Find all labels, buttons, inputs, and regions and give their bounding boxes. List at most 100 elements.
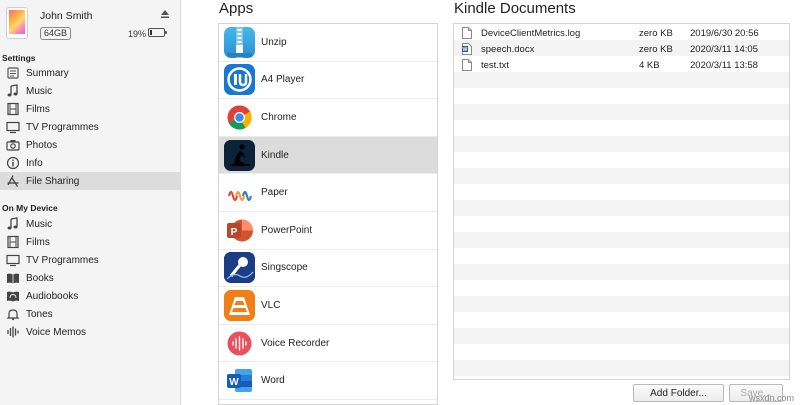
paper-app-icon xyxy=(224,177,255,209)
app-row-singscope[interactable]: Singscope xyxy=(219,250,437,288)
documents-footer: Add Folder... Save... xyxy=(453,380,790,405)
file-name: test.txt xyxy=(481,59,509,71)
app-store-icon xyxy=(6,174,20,188)
on-my-device-section-title: On My Device xyxy=(2,203,58,213)
app-row-kindle[interactable]: Kindle xyxy=(219,136,437,175)
file-date: 2020/3/11 14:05 xyxy=(690,43,758,55)
device-thumbnail xyxy=(6,7,28,39)
watermark: wsxdn.com xyxy=(748,393,794,403)
file-size: zero KB xyxy=(639,43,673,55)
app-label: Singscope xyxy=(261,262,308,274)
file-date: 2020/3/11 13:58 xyxy=(690,59,758,71)
file-size: zero KB xyxy=(639,27,673,39)
file-name: DeviceClientMetrics.log xyxy=(481,27,581,39)
app-row-vlc[interactable]: VLC xyxy=(219,287,437,325)
word-doc-icon: W xyxy=(462,43,472,55)
app-label: Kindle xyxy=(261,149,289,161)
eject-icon[interactable] xyxy=(160,9,170,19)
sidebar: John Smith 64GB 19% Settings Summary Mus… xyxy=(0,0,181,405)
singscope-app-icon xyxy=(224,252,255,284)
sidebar-item-label: Info xyxy=(26,157,43,169)
sidebar-item-label: TV Programmes xyxy=(26,121,99,133)
documents-heading: Kindle Documents xyxy=(454,0,576,17)
word-app-icon: W xyxy=(224,365,255,397)
app-row-chrome[interactable]: Chrome xyxy=(219,99,437,137)
app-label: Voice Recorder xyxy=(261,337,330,349)
battery-icon xyxy=(148,28,167,37)
sidebar-item-audiobooks[interactable]: Audiobooks xyxy=(0,287,181,305)
film-icon xyxy=(6,102,20,116)
sidebar-item-device-films[interactable]: Films xyxy=(0,233,181,251)
settings-section-title: Settings xyxy=(2,53,36,63)
add-folder-button[interactable]: Add Folder... xyxy=(633,384,724,402)
app-row-unzip[interactable]: Unzip xyxy=(219,24,437,62)
table-row[interactable]: DeviceClientMetrics.log zero KB 2019/6/3… xyxy=(454,25,789,41)
camera-icon xyxy=(6,138,20,152)
sidebar-item-label: Music xyxy=(26,85,53,97)
bell-icon xyxy=(6,307,20,321)
sidebar-item-tv-programmes[interactable]: TV Programmes xyxy=(0,118,181,136)
capacity-badge: 64GB xyxy=(40,27,72,40)
app-row-a4-player[interactable]: A4 Player xyxy=(219,62,437,100)
sidebar-item-music[interactable]: Music xyxy=(0,82,181,100)
vlc-app-icon xyxy=(224,289,255,321)
text-file-icon xyxy=(462,27,472,39)
sidebar-item-voice-memos[interactable]: Voice Memos xyxy=(0,323,181,341)
app-row-powerpoint[interactable]: P PowerPoint xyxy=(219,212,437,250)
app-row-word[interactable]: W Word xyxy=(219,362,437,400)
music-note-icon xyxy=(6,84,20,98)
table-row[interactable]: W speech.docx zero KB 2020/3/11 14:05 xyxy=(454,41,789,57)
sidebar-item-label: Audiobooks xyxy=(26,290,79,302)
tv-icon xyxy=(6,120,20,134)
kindle-app-icon xyxy=(224,139,255,171)
sidebar-item-file-sharing[interactable]: File Sharing xyxy=(0,172,181,190)
music-note-icon xyxy=(6,217,20,231)
sidebar-item-label: Films xyxy=(26,103,50,115)
sidebar-item-photos[interactable]: Photos xyxy=(0,136,181,154)
apps-list[interactable]: Unzip A4 Player Chrome Kindle Paper P Po… xyxy=(218,23,438,405)
voice-recorder-app-icon xyxy=(224,327,255,359)
sidebar-item-device-music[interactable]: Music xyxy=(0,215,181,233)
file-size: 4 KB xyxy=(639,59,660,71)
app-label: Unzip xyxy=(261,36,287,48)
documents-table[interactable]: DeviceClientMetrics.log zero KB 2019/6/3… xyxy=(453,23,790,380)
sidebar-item-label: Films xyxy=(26,236,50,248)
sidebar-item-info[interactable]: Info xyxy=(0,154,181,172)
app-row-voice-recorder[interactable]: Voice Recorder xyxy=(219,325,437,363)
app-label: Word xyxy=(261,375,285,387)
audiobook-icon xyxy=(6,289,20,303)
file-name: speech.docx xyxy=(481,43,535,55)
sidebar-item-tones[interactable]: Tones xyxy=(0,305,181,323)
device-header[interactable]: John Smith 64GB 19% xyxy=(0,0,181,48)
app-label: VLC xyxy=(261,299,281,311)
device-name: John Smith xyxy=(40,10,93,22)
svg-text:W: W xyxy=(229,377,239,388)
sidebar-item-films[interactable]: Films xyxy=(0,100,181,118)
sidebar-item-summary[interactable]: Summary xyxy=(0,64,181,82)
svg-text:W: W xyxy=(463,47,468,53)
svg-text:P: P xyxy=(231,227,238,238)
app-row-paper[interactable]: Paper xyxy=(219,174,437,212)
sidebar-item-books[interactable]: Books xyxy=(0,269,181,287)
sidebar-item-device-tv-programmes[interactable]: TV Programmes xyxy=(0,251,181,269)
sidebar-item-label: Tones xyxy=(26,308,53,320)
text-file-icon xyxy=(462,59,472,71)
powerpoint-app-icon: P xyxy=(224,214,255,246)
info-icon xyxy=(6,156,20,170)
table-row[interactable]: test.txt 4 KB 2020/3/11 13:58 xyxy=(454,57,789,73)
sidebar-item-label: TV Programmes xyxy=(26,254,99,266)
tv-icon xyxy=(6,253,20,267)
sidebar-item-label: Photos xyxy=(26,139,58,151)
book-icon xyxy=(6,271,20,285)
summary-icon xyxy=(6,66,20,80)
voice-memo-icon xyxy=(6,325,20,339)
sidebar-item-label: File Sharing xyxy=(26,175,80,187)
sidebar-item-label: Music xyxy=(26,218,53,230)
app-label: A4 Player xyxy=(261,74,305,86)
app-label: Chrome xyxy=(261,111,297,123)
chrome-app-icon xyxy=(224,101,255,133)
sidebar-item-label: Summary xyxy=(26,67,69,79)
battery-percent: 19% xyxy=(128,29,147,39)
sidebar-item-label: Voice Memos xyxy=(26,326,87,338)
a4-player-app-icon xyxy=(224,64,255,96)
